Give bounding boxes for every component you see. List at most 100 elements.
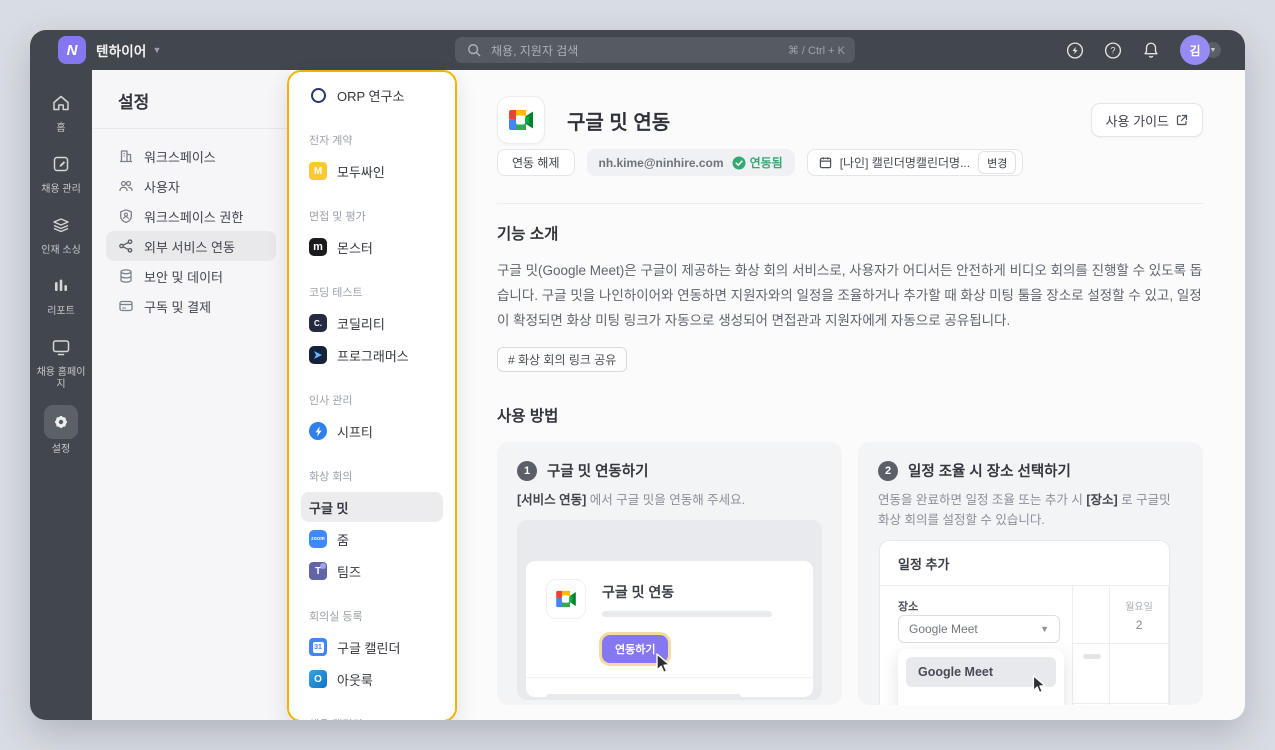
step2-illustration: 일정 추가 장소 Google Meet ▼ 월요일 2 Google Meet bbox=[878, 540, 1183, 705]
calendar-grid-illustration: 월요일 2 bbox=[1072, 586, 1169, 705]
connected-account-badge: nh.kime@ninhire.com 연동됨 bbox=[586, 149, 795, 176]
service-item-google-calendar[interactable]: 31 구글 캘린더 bbox=[301, 632, 443, 662]
usage-step2-card: 2 일정 조율 시 장소 선택하기 연동을 완료하면 일정 조율 또는 추가 시… bbox=[858, 442, 1203, 705]
service-section-label: 인사 관리 bbox=[309, 395, 353, 407]
service-section-label: 채용 캘린더 bbox=[309, 716, 435, 720]
home-icon bbox=[44, 88, 78, 118]
settings-item-security[interactable]: 보안 및 데이터 bbox=[106, 261, 276, 291]
change-calendar-button[interactable]: 변경 bbox=[978, 151, 1017, 174]
settings-item-permissions[interactable]: 워크스페이스 권한 bbox=[106, 201, 276, 231]
calendar-name: [나인] 캘린더명캘린더명... bbox=[839, 156, 971, 170]
service-section-label: 면접 및 평가 bbox=[309, 211, 366, 223]
placeholder-bar bbox=[1083, 654, 1101, 659]
layers-icon bbox=[44, 210, 78, 240]
settings-item-workspace[interactable]: 워크스페이스 bbox=[106, 141, 276, 171]
service-item-codility[interactable]: C. 코딜리티 bbox=[301, 308, 443, 338]
disconnect-button[interactable]: 연동 해제 bbox=[497, 149, 575, 176]
step1-description: [서비스 연동] 에서 구글 밋을 연동해 주세요. bbox=[517, 493, 746, 507]
modusign-icon: M bbox=[309, 162, 327, 180]
account-email: nh.kime@ninhire.com bbox=[598, 155, 724, 170]
divider bbox=[497, 203, 1203, 204]
feature-tag: # 화상 회의 링크 공유 bbox=[497, 347, 628, 372]
service-item-teams[interactable]: T 팀즈 bbox=[301, 556, 443, 586]
chevron-down-icon: ▼ bbox=[1040, 624, 1049, 634]
rail-item-career-site[interactable]: 채용 홈페이지 bbox=[30, 332, 92, 391]
rail-item-settings[interactable]: 설정 bbox=[30, 405, 92, 456]
settings-item-billing[interactable]: 구독 및 결제 bbox=[106, 291, 276, 321]
service-item-shiftee[interactable]: 시프티 bbox=[301, 416, 443, 446]
divider bbox=[526, 677, 813, 678]
step1-illustration: 구글 밋 연동 연동하기 bbox=[517, 520, 822, 700]
chevron-down-icon[interactable]: ▼ bbox=[152, 45, 161, 55]
orp-icon bbox=[309, 86, 327, 104]
illustration-modal-title: 일정 추가 bbox=[880, 541, 1169, 586]
avatar-initial: 김 bbox=[1180, 35, 1210, 65]
day-number: 2 bbox=[1135, 617, 1143, 632]
service-item-monster[interactable]: m 몬스터 bbox=[301, 232, 443, 262]
monitor-icon bbox=[44, 332, 78, 362]
service-item-outlook[interactable]: O 아웃룩 bbox=[301, 664, 443, 694]
usage-section-title: 사용 방법 bbox=[497, 408, 559, 425]
step1-badge: 1 bbox=[517, 460, 537, 481]
service-item-modusign[interactable]: M 모두싸인 bbox=[301, 156, 443, 186]
app-logo-icon[interactable]: N bbox=[58, 36, 86, 64]
bell-icon[interactable] bbox=[1142, 41, 1160, 59]
usage-guide-button[interactable]: 사용 가이드 bbox=[1090, 103, 1203, 137]
usage-step1-card: 1 구글 밋 연동하기 [서비스 연동] 에서 구글 밋을 연동해 주세요. 구… bbox=[497, 442, 842, 705]
svg-text:?: ? bbox=[1110, 45, 1115, 55]
gear-icon bbox=[44, 405, 78, 439]
settings-menu: 설정 워크스페이스 사용자 워크스페이스 권한 외부 서비스 연동 보안 및 데… bbox=[92, 70, 290, 720]
service-section-label: 코딩 테스트 bbox=[309, 287, 363, 299]
service-section-label: 전자 계약 bbox=[309, 135, 353, 147]
workspace-name[interactable]: 텐하이어 bbox=[96, 40, 146, 60]
service-item-google-meet[interactable]: 구글 밋 bbox=[301, 492, 443, 522]
google-calendar-icon: 31 bbox=[309, 638, 327, 656]
users-icon bbox=[119, 180, 133, 192]
step2-title: 일정 조율 시 장소 선택하기 bbox=[908, 464, 1071, 480]
step2-description: 연동을 완료하면 일정 조율 또는 추가 시 [장소] 로 구글밋 화상 회의를… bbox=[878, 493, 1171, 527]
divider bbox=[92, 128, 290, 129]
google-meet-logo bbox=[497, 96, 545, 144]
desktop-background: N 텐하이어 ▼ 채용, 지원자 검색 ⌘ / Ctrl + K ? 김 ▼ 홈… bbox=[0, 0, 1275, 750]
rail-item-reports[interactable]: 리포트 bbox=[30, 271, 92, 318]
programmers-icon bbox=[309, 346, 327, 364]
service-section-label: 회의실 등록 bbox=[309, 611, 363, 623]
monster-icon: m bbox=[309, 238, 327, 256]
help-icon[interactable]: ? bbox=[1104, 41, 1122, 59]
location-dropdown-illustration: Google Meet bbox=[898, 649, 1064, 705]
rail-item-home[interactable]: 홈 bbox=[30, 88, 92, 135]
search-shortcut: ⌘ / Ctrl + K bbox=[787, 44, 845, 57]
services-panel: ORP 연구소 전자 계약 M 모두싸인 면접 및 평가 m 몬스터 코딩 테스… bbox=[287, 70, 457, 720]
rail-item-recruiting[interactable]: 채용 관리 bbox=[30, 149, 92, 196]
step2-badge: 2 bbox=[878, 460, 898, 481]
zoom-icon: zoom bbox=[309, 530, 327, 548]
rail-item-sourcing[interactable]: 인재 소싱 bbox=[30, 210, 92, 257]
shiftee-icon bbox=[309, 422, 327, 440]
day-label: 월요일 bbox=[1125, 601, 1153, 613]
placeholder-bar bbox=[602, 611, 772, 617]
search-icon bbox=[465, 41, 483, 59]
placeholder-bar bbox=[546, 694, 741, 700]
teams-icon: T bbox=[309, 562, 327, 580]
google-meet-logo bbox=[546, 579, 586, 619]
search-placeholder: 채용, 지원자 검색 bbox=[491, 43, 579, 58]
connected-label: 연동됨 bbox=[749, 156, 783, 170]
building-icon bbox=[120, 150, 132, 163]
settings-item-users[interactable]: 사용자 bbox=[106, 171, 276, 201]
service-item-orp[interactable]: ORP 연구소 bbox=[301, 80, 443, 110]
location-field-label: 장소 bbox=[898, 601, 919, 613]
settings-item-integrations[interactable]: 외부 서비스 연동 bbox=[106, 231, 276, 261]
user-avatar[interactable]: 김 ▼ bbox=[1180, 35, 1221, 65]
codility-icon: C. bbox=[309, 314, 327, 332]
messenger-icon[interactable] bbox=[1066, 41, 1084, 59]
external-link-icon bbox=[1176, 114, 1188, 126]
calendar-selector-chip: [나인] 캘린더명캘린더명... 변경 bbox=[806, 149, 1024, 176]
service-item-zoom[interactable]: zoom 줌 bbox=[301, 524, 443, 554]
step1-title: 구글 밋 연동하기 bbox=[547, 464, 649, 480]
service-item-programmers[interactable]: 프로그래머스 bbox=[301, 340, 443, 370]
share-nodes-icon bbox=[119, 239, 133, 253]
nav-rail: 홈 채용 관리 인재 소싱 리포트 채용 홈페이지 설정 bbox=[30, 70, 92, 720]
search-input[interactable]: 채용, 지원자 검색 ⌘ / Ctrl + K bbox=[455, 37, 855, 63]
cursor-icon bbox=[1028, 673, 1048, 695]
dropdown-option-google-meet: Google Meet bbox=[906, 657, 1056, 694]
